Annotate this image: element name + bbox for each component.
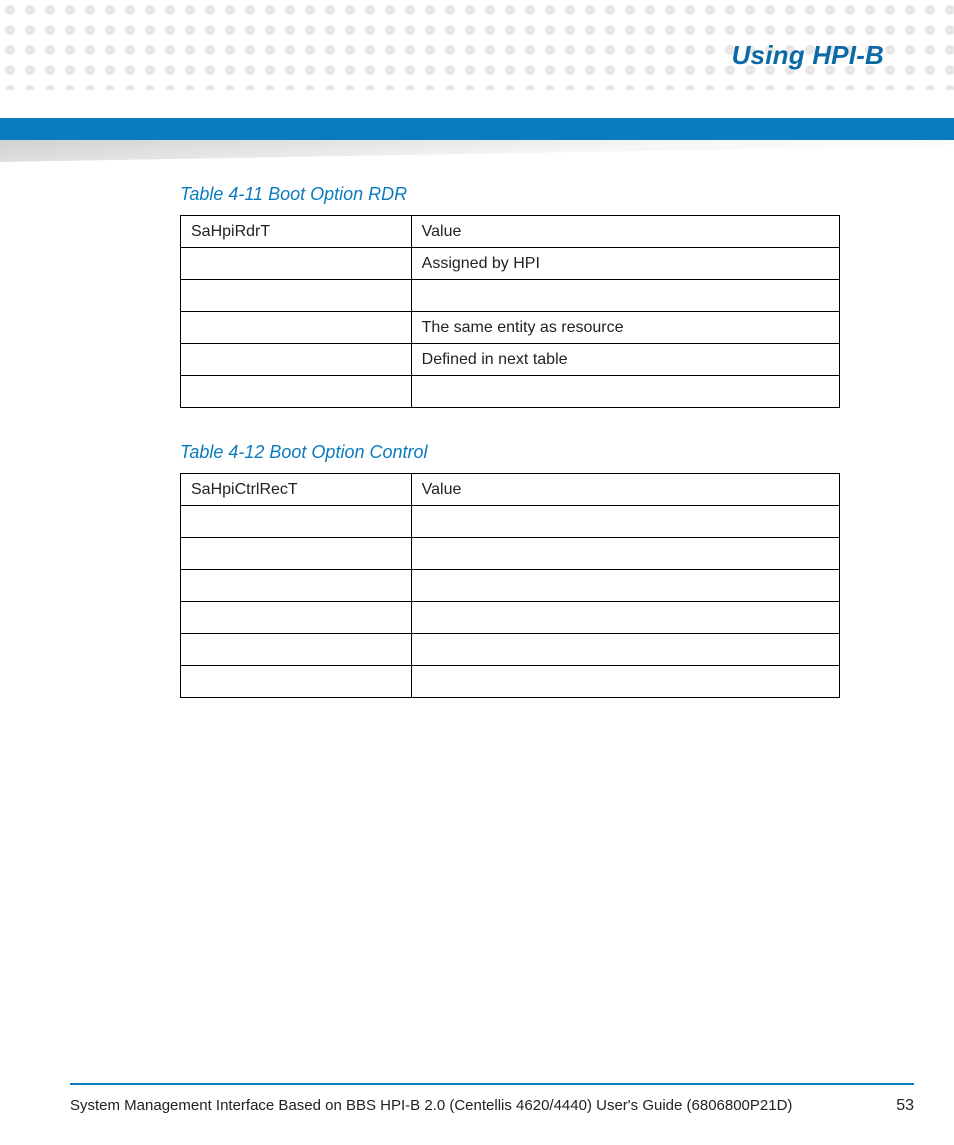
table-row [181,280,840,312]
page-number: 53 [896,1097,914,1115]
table-row: SaHpiCtrlRecT Value [181,474,840,506]
table-row [181,666,840,698]
page-content: Table 4-11 Boot Option RDR SaHpiRdrT Val… [180,184,840,732]
table-cell: Value [411,216,839,248]
footer-rule [70,1083,914,1085]
table-cell [411,570,839,602]
table-row [181,538,840,570]
table-cell [411,634,839,666]
chapter-title: Using HPI-B [732,40,884,71]
table-cell [181,634,412,666]
table-cell [181,248,412,280]
table-cell: The same entity as resource [411,312,839,344]
footer-text: System Management Interface Based on BBS… [70,1097,792,1114]
table-cell: Defined in next table [411,344,839,376]
table-row: Defined in next table [181,344,840,376]
table-cell [411,666,839,698]
table-cell [181,506,412,538]
table-cell: Value [411,474,839,506]
table-cell [181,538,412,570]
table-cell [411,538,839,570]
header-blue-bar [0,118,954,140]
table-cell [411,376,839,408]
footer: System Management Interface Based on BBS… [70,1097,914,1115]
table-cell [181,666,412,698]
table-row: Assigned by HPI [181,248,840,280]
table-cell [181,280,412,312]
header-shadow [0,140,954,162]
table-boot-option-rdr: SaHpiRdrT Value Assigned by HPI The same… [180,215,840,408]
table-row [181,602,840,634]
table-cell [181,570,412,602]
table-cell [181,376,412,408]
table-cell: SaHpiCtrlRecT [181,474,412,506]
table-row [181,376,840,408]
table-cell [411,280,839,312]
table-row: The same entity as resource [181,312,840,344]
table-cell [411,506,839,538]
table-row [181,570,840,602]
table-boot-option-control: SaHpiCtrlRecT Value [180,473,840,698]
table-caption-2: Table 4-12 Boot Option Control [180,442,840,463]
table-cell [411,602,839,634]
table-cell: Assigned by HPI [411,248,839,280]
table-cell [181,344,412,376]
table-cell: SaHpiRdrT [181,216,412,248]
table-row: SaHpiRdrT Value [181,216,840,248]
table-row [181,506,840,538]
table-cell [181,312,412,344]
table-row [181,634,840,666]
table-caption-1: Table 4-11 Boot Option RDR [180,184,840,205]
table-cell [181,602,412,634]
